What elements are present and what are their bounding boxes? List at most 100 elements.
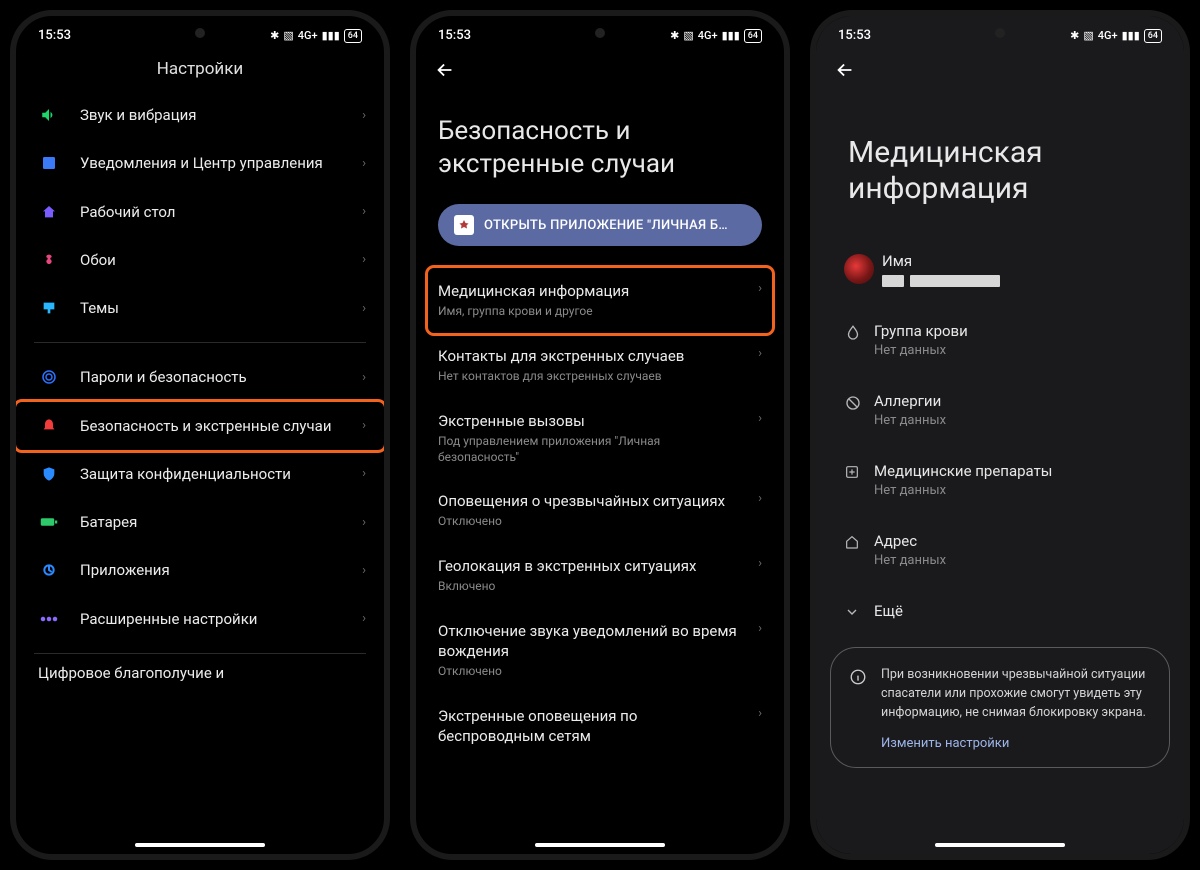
item-label: Экстренные вызовы (438, 411, 742, 431)
status-icons: ✱ ▧ 4G+ ▮▮▮ 64 (1070, 29, 1162, 43)
chevron-icon: › (362, 563, 366, 578)
item-label: Медицинские препараты (874, 462, 1156, 480)
name-item[interactable]: Имя (844, 235, 1156, 305)
sound-icon (34, 106, 64, 124)
battery-item[interactable]: Батарея › (16, 498, 384, 546)
item-sub: Нет данных (874, 343, 1156, 358)
item-sub: Нет данных (874, 553, 1156, 568)
chevron-icon: › (362, 611, 366, 626)
camera-notch (995, 28, 1005, 38)
item-label: Звук и вибрация (80, 105, 354, 125)
chevron-icon: › (362, 418, 366, 433)
nfc-icon: ▧ (1083, 29, 1093, 42)
page-title: Безопасность и экстренные случаи (416, 93, 784, 204)
chevron-icon: › (362, 108, 366, 123)
divider (34, 342, 366, 343)
network-label: 4G+ (698, 29, 718, 42)
emergency-icon (34, 418, 64, 434)
signal-icon: ▮▮▮ (1122, 29, 1140, 42)
item-sub: Отключено (438, 664, 742, 680)
change-settings-link[interactable]: Изменить настройки (881, 736, 1151, 751)
sound-item[interactable]: Звук и вибрация › (16, 91, 384, 139)
item-label: Уведомления и Центр управления (80, 153, 354, 173)
chevron-icon: › (758, 621, 762, 636)
cutoff-item[interactable]: Цифровое благополучие и (16, 664, 384, 682)
driving-silence-item[interactable]: Отключение звука уведомлений во время во… (438, 608, 762, 693)
settings-screen: Настройки Звук и вибрация › Уведомления … (16, 51, 384, 854)
emergency-calls-item[interactable]: Экстренные вызовы Под управлением прилож… (438, 398, 762, 478)
passwords-item[interactable]: Пароли и безопасность › (16, 353, 384, 401)
camera-notch (195, 28, 205, 38)
chevron-icon: › (362, 515, 366, 530)
desktop-item[interactable]: Рабочий стол › (16, 188, 384, 236)
back-button[interactable] (834, 59, 856, 81)
themes-icon (34, 300, 64, 316)
blood-type-item[interactable]: Группа крови Нет данных (844, 305, 1156, 375)
open-app-button[interactable]: ОТКРЫТЬ ПРИЛОЖЕНИЕ "ЛИЧНАЯ Б… (438, 204, 762, 246)
chevron-icon: › (362, 252, 366, 267)
status-icons: ✱ ▧ 4G+ ▮▮▮ 64 (670, 29, 762, 43)
camera-notch (595, 28, 605, 38)
meds-icon (844, 462, 874, 480)
notifications-item[interactable]: Уведомления и Центр управления › (16, 139, 384, 187)
chevron-icon: › (758, 346, 762, 361)
more-item[interactable]: Ещё (844, 585, 1156, 637)
network-label: 4G+ (298, 29, 318, 42)
status-icons: ✱ ▧ 4G+ ▮▮▮ 64 (270, 29, 362, 43)
item-label: Рабочий стол (80, 202, 354, 222)
item-label: Пароли и безопасность (80, 367, 354, 387)
address-item[interactable]: Адрес Нет данных (844, 515, 1156, 585)
emergency-location-item[interactable]: Геолокация в экстренных ситуациях Включе… (438, 543, 762, 608)
wallpaper-item[interactable]: Обои › (16, 236, 384, 284)
battery-indicator: 64 (744, 29, 762, 43)
item-label: Темы (80, 298, 354, 318)
chevron-icon: › (362, 156, 366, 171)
back-button[interactable] (434, 59, 456, 81)
notif-icon (34, 155, 64, 171)
medications-item[interactable]: Медицинские препараты Нет данных (844, 445, 1156, 515)
bluetooth-icon: ✱ (270, 29, 279, 42)
battery-indicator: 64 (1144, 29, 1162, 43)
allergies-item[interactable]: Аллергии Нет данных (844, 375, 1156, 445)
gesture-bar[interactable] (935, 843, 1065, 847)
avatar-icon (844, 252, 874, 284)
item-label: Приложения (80, 560, 354, 580)
item-sub: Включено (438, 579, 742, 595)
wireless-alerts-item[interactable]: Экстренные оповещения по беспроводным се… (438, 693, 762, 760)
battery-indicator: 64 (344, 29, 362, 43)
item-label: Геолокация в экстренных ситуациях (438, 556, 742, 576)
emergency-item[interactable]: Безопасность и экстренные случаи › (16, 402, 384, 450)
phone-2-safety: 15:53 ✱ ▧ 4G+ ▮▮▮ 64 Безопасность и экст… (410, 10, 790, 860)
item-sub: Нет данных (874, 483, 1156, 498)
chevron-icon: › (758, 281, 762, 296)
info-card: При возникновении чрезвычайной ситуации … (830, 647, 1170, 768)
item-label: Защита конфиденциально­сти (80, 464, 354, 484)
home-icon (34, 204, 64, 220)
item-sub: Отключено (438, 514, 742, 530)
chevron-icon: › (758, 706, 762, 721)
advanced-item[interactable]: Расширенные настройки › (16, 595, 384, 643)
time-label: 15:53 (438, 28, 471, 43)
item-label: Экстренные оповещения по беспроводным се… (438, 706, 742, 747)
medical-info-item[interactable]: Медицинская информация Имя, группа крови… (428, 268, 772, 333)
more-label: Ещё (874, 602, 1156, 620)
emergency-contacts-item[interactable]: Контакты для экстренных случаев Нет конт… (438, 333, 762, 398)
medical-screen: Медицинская информация Имя Группа крови … (816, 51, 1184, 788)
name-label: Имя (882, 252, 1156, 270)
apps-icon (34, 562, 64, 578)
bluetooth-icon: ✱ (670, 29, 679, 42)
apps-item[interactable]: Приложения › (16, 546, 384, 594)
item-label: Обои (80, 250, 354, 270)
item-label: Медицинская информация (438, 281, 742, 301)
bluetooth-icon: ✱ (1070, 29, 1079, 42)
gesture-bar[interactable] (135, 843, 265, 847)
item-sub: Имя, группа крови и другое (438, 304, 742, 320)
chevron-icon: › (758, 491, 762, 506)
divider (34, 653, 366, 654)
crisis-alerts-item[interactable]: Оповещения о чрезвычайных ситуациях Откл… (438, 478, 762, 543)
address-icon (844, 532, 874, 550)
themes-item[interactable]: Темы › (16, 284, 384, 332)
privacy-item[interactable]: Защита конфиденциально­сти › (16, 450, 384, 498)
chevron-icon: › (362, 370, 366, 385)
gesture-bar[interactable] (535, 843, 665, 847)
